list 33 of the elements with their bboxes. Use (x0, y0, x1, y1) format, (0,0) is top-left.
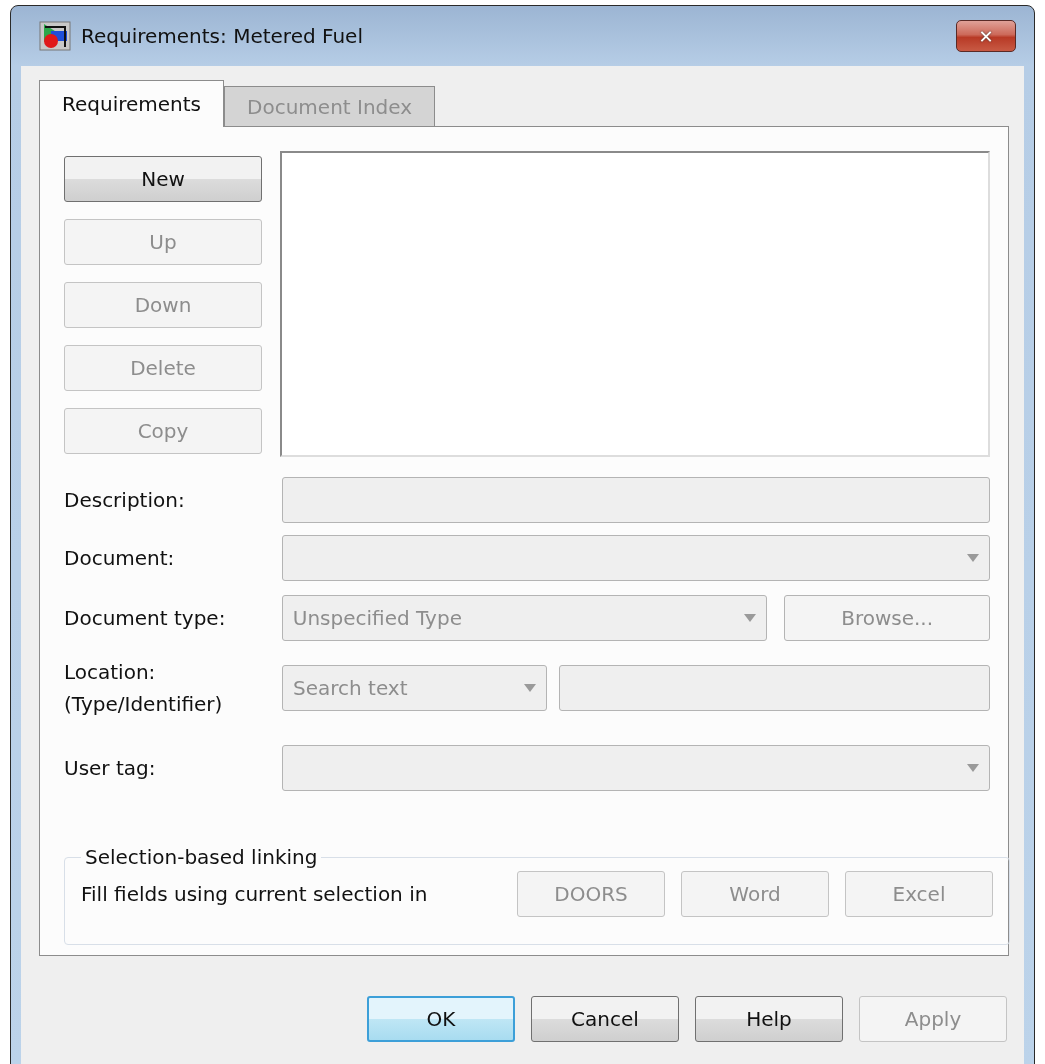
text-field[interactable] (281, 477, 990, 523)
field-label: Document type: (64, 605, 227, 632)
field-label: (Type/Identifier) (64, 691, 224, 718)
caret-icon (967, 554, 979, 562)
field-label: Location: (64, 659, 157, 686)
tab[interactable]: Requirements (39, 80, 225, 127)
caret-icon (524, 684, 537, 692)
requirements-list[interactable] (280, 151, 990, 457)
combo-box[interactable]: Search text (282, 665, 548, 711)
group-text: Fill fields using current selection in (81, 882, 429, 906)
tab[interactable]: Document Index (224, 86, 436, 126)
combo-box[interactable] (281, 535, 990, 581)
combo-box[interactable] (281, 745, 990, 791)
field-label: User tag: (64, 755, 157, 782)
caret-icon (744, 614, 757, 622)
caret-icon (967, 764, 979, 772)
link-button[interactable]: Word (681, 871, 829, 917)
combo-box[interactable]: Unspecified Type (281, 595, 768, 641)
text-field[interactable] (559, 665, 990, 711)
field-label: Document: (64, 545, 176, 572)
dialog-button[interactable]: Cancel (531, 996, 679, 1042)
dialog-button[interactable]: Help (695, 996, 843, 1042)
link-button[interactable]: Excel (845, 871, 993, 917)
side-button[interactable]: New (64, 156, 262, 202)
field-label: Description: (64, 487, 186, 514)
browse-button[interactable]: Browse... (784, 595, 990, 641)
link-button[interactable]: DOORS (517, 871, 665, 917)
close-button[interactable]: ✕ (956, 20, 1016, 52)
app-icon (39, 21, 71, 51)
group-title: Selection-based linking (84, 845, 319, 869)
dialog-button[interactable]: Apply (859, 996, 1007, 1042)
dialog-button[interactable]: OK (367, 996, 515, 1042)
window-title: Requirements: Metered Fuel (81, 24, 364, 48)
